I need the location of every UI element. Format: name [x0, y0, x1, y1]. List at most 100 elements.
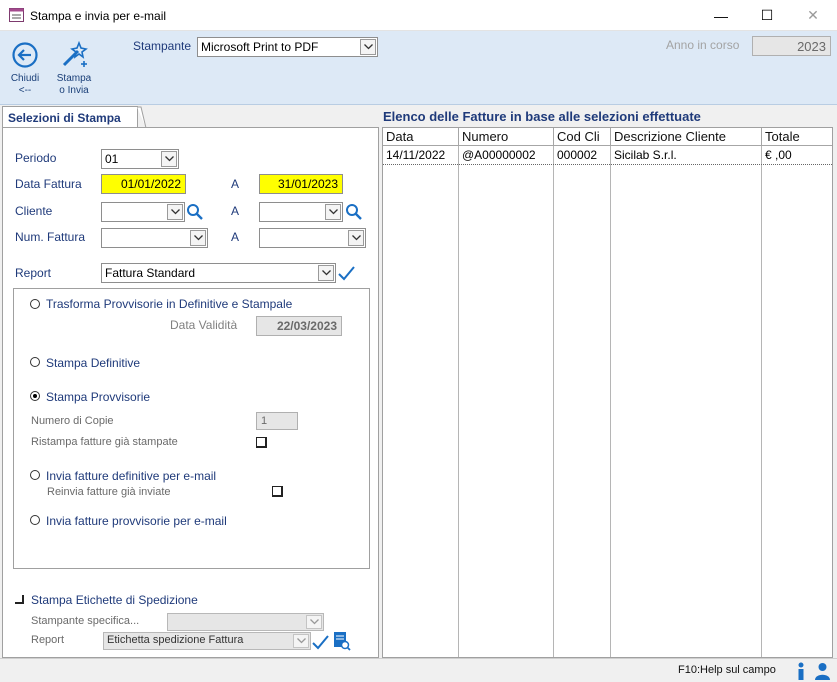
report-select[interactable]: Fattura Standard [101, 263, 336, 283]
column-divider [553, 146, 554, 657]
toolbar: Chiudi <-- Stampa o Invia Stampante Micr… [0, 31, 837, 105]
cell-descrizione: Sicilab S.r.l. [614, 148, 677, 162]
maximize-button[interactable]: ☐ [744, 0, 790, 31]
shipping-report-value: Etichetta spedizione Fattura [107, 634, 244, 646]
column-divider [458, 146, 459, 657]
chevron-down-icon[interactable] [325, 204, 341, 220]
chevron-down-icon[interactable] [348, 230, 364, 246]
chevron-down-icon[interactable] [360, 39, 376, 55]
report-label: Report [15, 266, 52, 280]
option-trasforma-radio[interactable] [30, 299, 40, 309]
selections-tab[interactable]: Selezioni di Stampa [2, 106, 138, 128]
print-or-send-button[interactable]: Stampa o Invia [50, 40, 98, 97]
close-window-button[interactable]: ✕ [790, 0, 836, 31]
num-fattura-label: Num. Fattura [15, 230, 86, 244]
cell-data: 14/11/2022 [386, 148, 446, 162]
num-fattura-to-label: A [231, 230, 240, 244]
option-trasforma-label: Trasforma Provvisorie in Definitive e St… [46, 297, 293, 311]
check-icon[interactable] [312, 634, 329, 650]
column-divider [761, 146, 762, 657]
option-provvisorie-label: Stampa Provvisorie [46, 390, 151, 404]
periodo-select[interactable]: 01 [101, 149, 179, 169]
numero-copie-label: Numero di Copie [31, 415, 114, 427]
data-fattura-to-label: A [231, 177, 240, 191]
close-button-label-arrow: <-- [18, 85, 32, 96]
column-divider [610, 146, 611, 657]
data-validita-field: 22/03/2023 [256, 316, 342, 336]
print-button-label-2: o Invia [59, 85, 89, 96]
chevron-down-icon[interactable] [318, 265, 334, 281]
search-icon[interactable] [186, 203, 204, 221]
shipping-printer-label: Stampante specifica... [31, 615, 140, 627]
periodo-value: 01 [105, 152, 119, 166]
column-header-cod-cli[interactable]: Cod Cli [554, 128, 611, 146]
data-validita-label: Data Validità [170, 318, 238, 332]
user-icon[interactable] [814, 662, 831, 680]
etichette-label: Stampa Etichette di Spedizione [31, 593, 198, 607]
shipping-report-label: Report [31, 634, 65, 646]
magic-wand-icon [62, 40, 88, 67]
printer-value: Microsoft Print to PDF [201, 40, 319, 54]
invoices-title: Elenco delle Fatture in base alle selezi… [383, 109, 701, 124]
column-header-totale[interactable]: Totale [762, 128, 832, 146]
numero-copie-field: 1 [256, 412, 298, 430]
option-definitive-radio[interactable] [30, 357, 40, 367]
selections-tab-label: Selezioni di Stampa [8, 111, 121, 125]
search-icon[interactable] [345, 203, 363, 221]
cliente-to-label: A [231, 204, 240, 218]
data-fattura-to-input[interactable]: 31/01/2023 [259, 174, 343, 194]
option-invia-provvisorie-radio[interactable] [30, 515, 40, 525]
shipping-printer-select[interactable] [167, 613, 324, 631]
back-arrow-icon [12, 42, 38, 68]
shipping-report-select[interactable]: Etichetta spedizione Fattura [103, 632, 311, 650]
chevron-down-icon[interactable] [167, 204, 183, 220]
info-icon[interactable] [795, 662, 807, 681]
invoices-table [382, 127, 833, 658]
num-fattura-to-select[interactable] [259, 228, 366, 248]
cliente-label: Cliente [15, 204, 53, 218]
report-value: Fattura Standard [105, 266, 196, 280]
reinvia-label: Reinvia fatture già inviate [47, 486, 171, 498]
form-icon [9, 8, 24, 22]
cell-numero: @A00000002 [462, 148, 536, 162]
title-bar: Stampa e invia per e-mail — ☐ ✕ [0, 0, 837, 31]
cell-totale: € ,00 [765, 148, 792, 162]
option-invia-provvisorie-label: Invia fatture provvisorie per e-mail [46, 514, 227, 528]
etichette-checkbox[interactable] [15, 595, 24, 604]
chevron-down-icon[interactable] [306, 615, 322, 629]
help-text: F10:Help sul campo [678, 664, 776, 676]
data-fattura-label: Data Fattura [15, 177, 82, 191]
option-provvisorie-radio[interactable] [30, 391, 40, 401]
option-invia-definitive-label: Invia fatture definitive per e-mail [46, 469, 217, 483]
year-field: 2023 [752, 36, 831, 56]
reinvia-checkbox[interactable] [272, 486, 283, 497]
chevron-down-icon[interactable] [293, 634, 309, 648]
column-header-data[interactable]: Data [383, 128, 459, 146]
status-bar: F10:Help sul campo [0, 658, 837, 682]
print-button-label: Stampa [56, 73, 92, 84]
chevron-down-icon[interactable] [161, 151, 177, 167]
cell-cod-cli: 000002 [557, 148, 598, 162]
close-button[interactable]: Chiudi <-- [4, 41, 46, 97]
minimize-button[interactable]: — [698, 0, 744, 31]
chevron-down-icon[interactable] [190, 230, 206, 246]
column-header-descrizione[interactable]: Descrizione Cliente [611, 128, 762, 146]
column-header-numero[interactable]: Numero [459, 128, 554, 146]
cliente-from-select[interactable] [101, 202, 185, 222]
ristampa-checkbox[interactable] [256, 437, 267, 448]
check-icon[interactable] [338, 265, 355, 281]
document-search-icon[interactable] [333, 631, 351, 651]
printer-label: Stampante [133, 39, 192, 53]
close-button-label: Chiudi [10, 73, 40, 84]
periodo-label: Periodo [15, 151, 57, 165]
tab-edge [137, 106, 147, 128]
data-fattura-from-input[interactable]: 01/01/2022 [101, 174, 186, 194]
year-label: Anno in corso [666, 38, 740, 52]
option-definitive-label: Stampa Definitive [46, 356, 141, 370]
cliente-to-select[interactable] [259, 202, 343, 222]
ristampa-label: Ristampa fatture già stampate [31, 436, 178, 448]
window-title: Stampa e invia per e-mail [30, 9, 167, 23]
num-fattura-from-select[interactable] [101, 228, 208, 248]
option-invia-definitive-radio[interactable] [30, 470, 40, 480]
printer-select[interactable]: Microsoft Print to PDF [197, 37, 378, 57]
